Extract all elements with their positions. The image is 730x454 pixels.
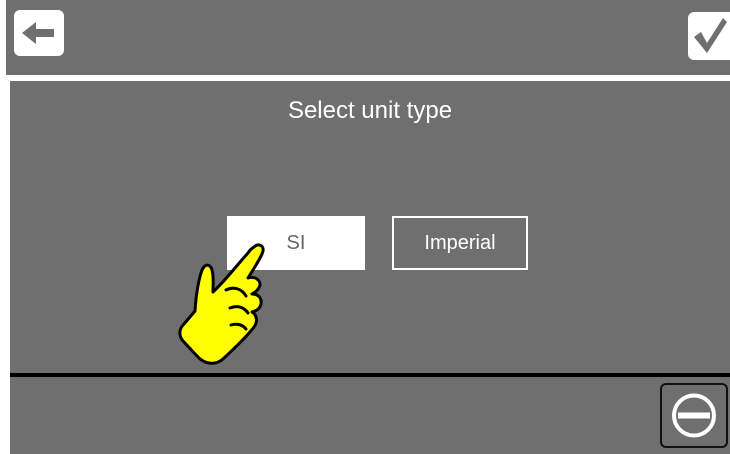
unit-selection-panel: Select unit type SI Imperial — [10, 81, 730, 377]
unit-type-screen: Select unit type SI Imperial — [0, 0, 730, 454]
checkmark-icon — [694, 18, 727, 53]
stop-button[interactable] — [660, 383, 728, 448]
imperial-unit-button[interactable]: Imperial — [392, 216, 528, 270]
page-title: Select unit type — [287, 97, 453, 124]
confirm-button[interactable] — [688, 12, 730, 60]
arrow-left-icon — [22, 22, 54, 44]
si-unit-button[interactable]: SI — [227, 216, 365, 270]
bottom-bar — [10, 377, 730, 454]
back-button[interactable] — [14, 10, 64, 56]
top-bar — [6, 0, 730, 75]
stop-icon — [672, 393, 716, 438]
